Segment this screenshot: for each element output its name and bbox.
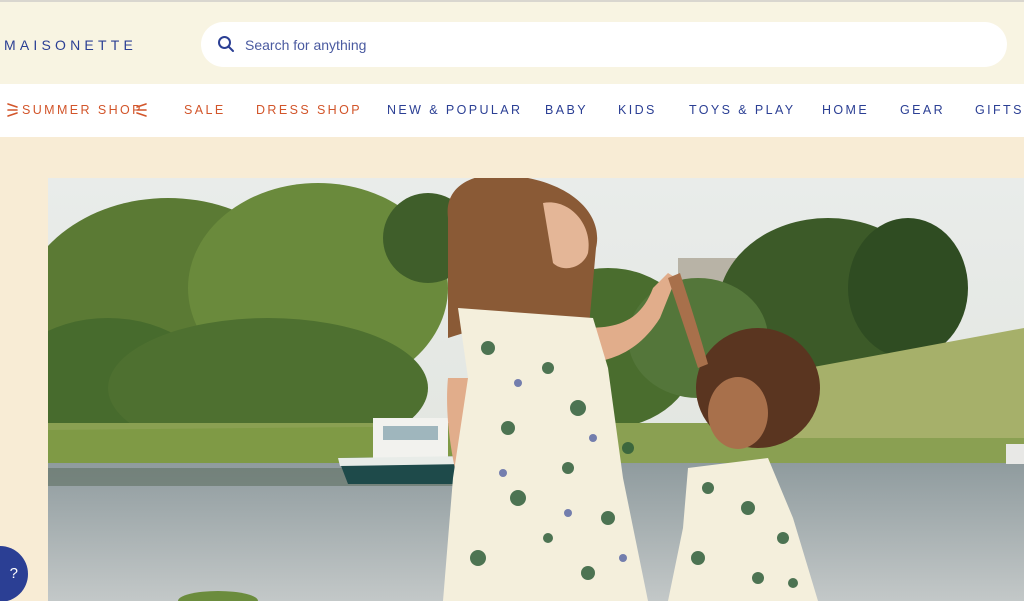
- site-header: MAISONETTE: [0, 2, 1024, 84]
- nav-item-baby[interactable]: BABY: [545, 103, 588, 117]
- hero-illustration: [48, 178, 1024, 601]
- search-icon[interactable]: [217, 35, 235, 53]
- nav-item-gear[interactable]: GEAR: [900, 103, 945, 117]
- help-icon: ?: [9, 565, 18, 582]
- sun-icon: [7, 103, 18, 117]
- nav-item-sale[interactable]: SALE: [184, 103, 226, 117]
- nav-item-home[interactable]: HOME: [822, 103, 869, 117]
- search-bar[interactable]: [201, 22, 1007, 67]
- main-nav: SUMMER SHOP SALE DRESS SHOP NEW & POPULA…: [0, 84, 1024, 137]
- nav-item-kids[interactable]: KIDS: [618, 103, 657, 117]
- hero-image[interactable]: [48, 178, 1024, 601]
- nav-item-summer-shop[interactable]: SUMMER SHOP: [22, 103, 143, 117]
- sun-icon: [136, 103, 147, 117]
- nav-item-new-popular[interactable]: NEW & POPULAR: [387, 103, 522, 117]
- nav-item-dress-shop[interactable]: DRESS SHOP: [256, 103, 362, 117]
- search-input[interactable]: [245, 22, 985, 67]
- nav-item-gifts[interactable]: GIFTS: [975, 103, 1024, 117]
- nav-item-toys-play[interactable]: TOYS & PLAY: [689, 103, 796, 117]
- brand-logo[interactable]: MAISONETTE: [4, 37, 137, 53]
